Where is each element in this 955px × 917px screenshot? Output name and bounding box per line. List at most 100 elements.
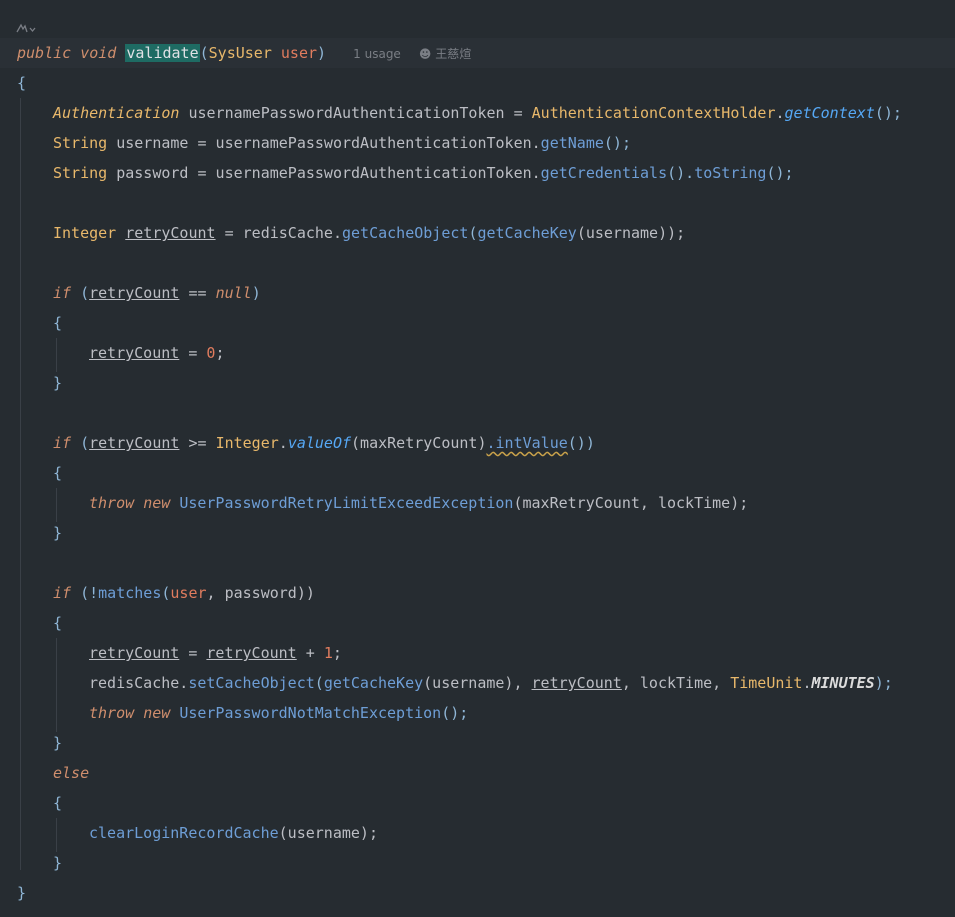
code-line-4[interactable]: Integer retryCount = redisCache.getCache… <box>53 218 685 248</box>
args: (username); <box>278 824 378 842</box>
code-line-if3[interactable]: if (!matches(user, password)) <box>53 578 315 608</box>
call-end: (); <box>441 704 469 722</box>
type-string: String <box>53 134 108 152</box>
keyword-throw: throw <box>89 704 135 722</box>
operator: >= <box>179 434 216 452</box>
args: , lockTime, <box>621 674 731 692</box>
paren: ) <box>317 44 327 62</box>
paren: ( <box>199 44 209 62</box>
var-token: usernamePasswordAuthenticationToken <box>188 104 505 122</box>
code-line-3[interactable]: String password = usernamePasswordAuthen… <box>53 158 794 188</box>
keyword-if: if <box>53 284 72 302</box>
code-line-else[interactable]: else <box>53 758 89 788</box>
code-line-brace[interactable]: } <box>53 848 62 878</box>
keyword-public: public <box>17 44 72 62</box>
code-line-signature[interactable]: public void validate(SysUser user) 1 usa… <box>17 38 471 68</box>
type-authentication: Authentication <box>53 104 180 122</box>
keyword-new: new <box>143 704 171 722</box>
keyword-new: new <box>143 494 171 512</box>
indent-guide <box>56 338 57 372</box>
code-line-close-brace[interactable]: } <box>17 878 26 908</box>
decl: password = usernamePasswordAuthenticatio… <box>107 164 541 182</box>
class-notmatch-exception: UserPasswordNotMatchException <box>179 704 442 722</box>
code-line-brace[interactable]: { <box>53 308 62 338</box>
method-intvalue-warning[interactable]: .intValue <box>487 434 568 452</box>
code-line-brace[interactable]: } <box>53 518 62 548</box>
var-retrycount: retryCount <box>89 344 180 362</box>
code-line-open-brace[interactable]: { <box>17 68 26 98</box>
method-setcacheobject: setCacheObject <box>188 674 315 692</box>
author-hint[interactable]: ☻ 王慈煊 <box>419 47 471 61</box>
code-line-2[interactable]: String username = usernamePasswordAuthen… <box>53 128 631 158</box>
args: , password)) <box>206 584 315 602</box>
obj-rediscache: redisCache. <box>89 674 189 692</box>
args: (maxRetryCount) <box>351 434 487 452</box>
dot: . <box>775 104 785 122</box>
var-retrycount: retryCount <box>206 644 297 662</box>
semicolon: ; <box>332 644 342 662</box>
const-minutes: MINUTES <box>811 674 875 692</box>
ai-assistant-icon[interactable] <box>16 22 36 39</box>
assign: = <box>179 644 207 662</box>
code-line-setcache[interactable]: redisCache.setCacheObject(getCacheKey(us… <box>89 668 893 698</box>
indent-guide <box>56 488 57 522</box>
param-type[interactable]: SysUser <box>209 44 272 62</box>
code-line-increment[interactable]: retryCount = retryCount + 1; <box>89 638 342 668</box>
method-name-validate[interactable]: validate <box>125 44 200 62</box>
code-line-assign0[interactable]: retryCount = 0; <box>89 338 224 368</box>
var-retrycount: retryCount <box>89 434 180 452</box>
usage-hint[interactable]: 1 usage <box>353 47 401 61</box>
method-getcachekey: getCacheKey <box>477 224 577 242</box>
var-retrycount: retryCount <box>89 284 180 302</box>
operator: + <box>296 644 324 662</box>
call-mid: (). <box>667 164 695 182</box>
method-getname: getName <box>540 134 604 152</box>
code-line-brace[interactable]: { <box>53 458 62 488</box>
code-line-brace[interactable]: } <box>53 368 62 398</box>
code-line-brace[interactable]: { <box>53 788 62 818</box>
editor-top-area <box>0 0 955 38</box>
method-getcachekey: getCacheKey <box>323 674 424 692</box>
var-retrycount: retryCount <box>89 644 180 662</box>
class-context-holder: AuthenticationContextHolder <box>531 104 776 122</box>
code-line-throw1[interactable]: throw new UserPasswordRetryLimitExceedEx… <box>89 488 748 518</box>
keyword-null: null <box>215 284 252 302</box>
keyword-if: if <box>53 434 72 452</box>
call-end: (username)); <box>576 224 686 242</box>
param-user: user <box>170 584 207 602</box>
keyword-void: void <box>80 44 117 62</box>
method-getcacheobject: getCacheObject <box>342 224 469 242</box>
paren: ) <box>251 284 261 302</box>
indent-guide <box>20 98 21 870</box>
method-getcontext: getContext <box>784 104 875 122</box>
code-line-brace[interactable]: } <box>53 728 62 758</box>
call-end: (); <box>603 134 631 152</box>
class-retry-exception: UserPasswordRetryLimitExceedException <box>179 494 514 512</box>
indent-guide <box>56 638 57 732</box>
dot: . <box>278 434 288 452</box>
code-line-brace[interactable]: { <box>53 608 62 638</box>
code-line-if1[interactable]: if (retryCount == null) <box>53 278 261 308</box>
call-end: (); <box>766 164 794 182</box>
paren: ( <box>314 674 324 692</box>
indent-guide <box>56 818 57 852</box>
code-editor[interactable]: public void validate(SysUser user) 1 usa… <box>0 0 955 917</box>
args: (username), <box>423 674 532 692</box>
keyword-if: if <box>53 584 72 602</box>
code-line-if2[interactable]: if (retryCount >= Integer.valueOf(maxRet… <box>53 428 595 458</box>
keyword-throw: throw <box>89 494 135 512</box>
paren: ( <box>71 434 90 452</box>
author-name: 王慈煊 <box>435 47 472 61</box>
decl: username = usernamePasswordAuthenticatio… <box>107 134 541 152</box>
assign: = <box>504 104 532 122</box>
method-valueof: valueOf <box>287 434 352 452</box>
var-retrycount: retryCount <box>531 674 622 692</box>
code-line-throw2[interactable]: throw new UserPasswordNotMatchException(… <box>89 698 468 728</box>
code-line-clear[interactable]: clearLoginRecordCache(username); <box>89 818 378 848</box>
operator: == <box>179 284 216 302</box>
type-integer: Integer <box>53 224 117 242</box>
type-timeunit: TimeUnit <box>730 674 803 692</box>
param-name[interactable]: user <box>281 44 317 62</box>
code-line-1[interactable]: Authentication usernamePasswordAuthentic… <box>53 98 902 128</box>
method-matches: matches <box>98 584 162 602</box>
